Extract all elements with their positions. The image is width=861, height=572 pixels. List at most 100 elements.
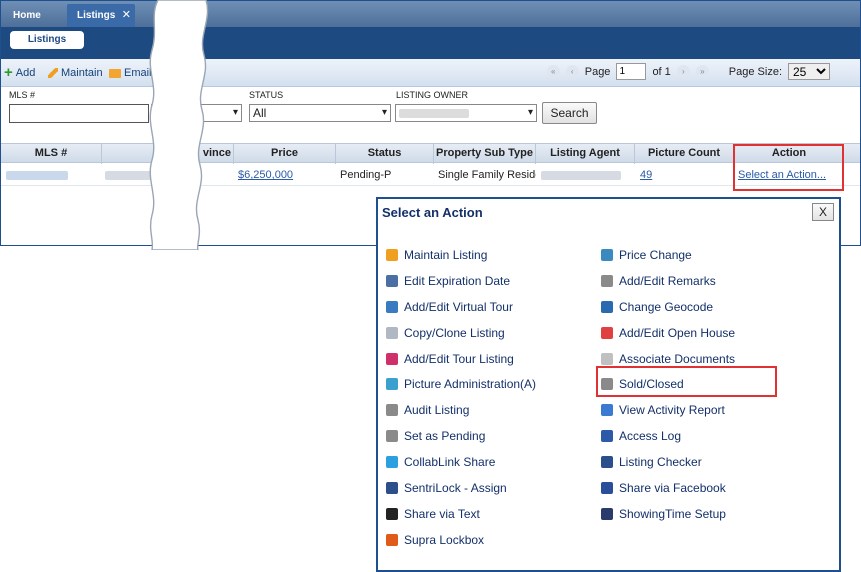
action-item-label: Add/Edit Open House xyxy=(619,325,736,340)
action-item-label: Copy/Clone Listing xyxy=(404,325,505,340)
action-item[interactable]: View Activity Report xyxy=(601,397,735,423)
toolbar: + Add Maintain Email « ‹ Page of 1 › » P… xyxy=(1,59,860,87)
action-item[interactable]: Picture Administration(A) xyxy=(386,371,536,397)
listing-owner-select[interactable]: ▾ xyxy=(395,104,537,122)
tab-close-icon[interactable]: ✕ xyxy=(122,4,131,27)
status-cell: Pending-P xyxy=(340,169,392,181)
pencil-icon xyxy=(48,68,58,78)
action-item[interactable]: Add/Edit Tour Listing xyxy=(386,346,536,372)
top-tab-bar: Home Listings ✕ xyxy=(1,1,860,27)
action-item[interactable]: Sold/Closed xyxy=(601,371,735,397)
action-item-label: Audit Listing xyxy=(404,403,470,418)
tab-home[interactable]: Home xyxy=(3,4,63,27)
action-item-label: Add/Edit Tour Listing xyxy=(404,351,514,366)
chevron-down-icon: ▾ xyxy=(527,107,533,118)
log-icon xyxy=(601,430,613,443)
action-item[interactable]: Audit Listing xyxy=(386,397,536,423)
next-page-button[interactable]: › xyxy=(676,65,690,78)
price-link[interactable]: $6,250,000 xyxy=(234,164,336,186)
action-item[interactable]: Price Change xyxy=(601,242,735,268)
action-item[interactable]: Share via Text xyxy=(386,501,536,527)
province-select[interactable]: ▾ xyxy=(151,104,242,122)
action-item-label: Associate Documents xyxy=(619,351,736,366)
column-header-status[interactable]: Status xyxy=(336,144,434,164)
house-icon xyxy=(601,326,613,339)
action-item[interactable]: ShowingTime Setup xyxy=(601,501,735,527)
column-header-province[interactable]: vince xyxy=(102,144,234,164)
status-filter-label: STATUS xyxy=(249,90,284,100)
action-item[interactable]: Associate Documents xyxy=(601,346,735,372)
phone-icon xyxy=(386,507,398,520)
action-item-label: Listing Checker xyxy=(619,455,702,470)
add-button[interactable]: + Add xyxy=(4,65,35,80)
prev-page-button[interactable]: ‹ xyxy=(565,65,579,78)
action-item[interactable]: Maintain Listing xyxy=(386,242,536,268)
email-button[interactable]: Email xyxy=(109,67,152,79)
first-page-button[interactable]: « xyxy=(546,65,560,78)
column-header-mls[interactable]: MLS # xyxy=(1,144,102,164)
column-header-action: Action xyxy=(771,147,807,159)
table-row[interactable]: $6,250,000 Pending-P Single Family Resid… xyxy=(1,164,860,186)
action-item[interactable]: Copy/Clone Listing xyxy=(386,320,536,346)
action-item[interactable]: SentriLock - Assign xyxy=(386,475,536,501)
status-select[interactable]: All ▾ xyxy=(249,104,391,122)
column-header-agent[interactable]: Listing Agent xyxy=(536,144,635,164)
tour-icon xyxy=(386,352,398,365)
action-item[interactable]: Add/Edit Virtual Tour xyxy=(386,294,536,320)
action-item-label: Edit Expiration Date xyxy=(404,273,511,288)
redacted-agent xyxy=(541,171,621,180)
action-item[interactable]: Add/Edit Open House xyxy=(601,320,735,346)
subtype-cell: Single Family Residence xyxy=(438,169,536,181)
mls-filter-label: MLS # xyxy=(9,90,36,100)
document-icon xyxy=(601,352,613,365)
select-action-dialog: Select an Action X Maintain Listing Edit … xyxy=(376,197,841,572)
action-item-label: Add/Edit Virtual Tour xyxy=(404,299,513,314)
action-item[interactable]: Listing Checker xyxy=(601,449,735,475)
price-icon xyxy=(601,248,613,261)
subtab-listings[interactable]: Listings xyxy=(10,31,84,49)
pager: « ‹ Page of 1 › » Page Size: 25 xyxy=(546,63,830,80)
action-item[interactable]: Edit Expiration Date xyxy=(386,268,536,294)
column-header-price[interactable]: Price xyxy=(234,144,336,164)
action-item[interactable]: Share via Facebook xyxy=(601,475,735,501)
action-item-label: Price Change xyxy=(619,247,692,262)
email-label: Email xyxy=(124,67,152,79)
page-of-label: of 1 xyxy=(652,65,671,78)
column-header-picture-count[interactable]: Picture Count xyxy=(635,144,734,164)
action-item-label: Picture Administration(A) xyxy=(404,377,537,392)
action-item[interactable]: Change Geocode xyxy=(601,294,735,320)
action-item[interactable]: Set as Pending xyxy=(386,423,536,449)
last-page-button[interactable]: » xyxy=(695,65,709,78)
grid-header: MLS # vince Price Status Property Sub Ty… xyxy=(1,143,860,164)
globe-icon xyxy=(601,300,613,313)
action-item[interactable]: Add/Edit Remarks xyxy=(601,268,735,294)
page-number-input[interactable] xyxy=(616,63,647,80)
mls-input[interactable] xyxy=(9,104,149,123)
action-item-label: CollabLink Share xyxy=(404,455,496,470)
sentrilock-icon xyxy=(386,481,398,494)
copy-icon xyxy=(386,326,398,339)
page-size-select[interactable]: 25 xyxy=(788,63,830,80)
maintain-label: Maintain xyxy=(61,67,103,79)
search-button[interactable]: Search xyxy=(542,102,597,124)
action-item[interactable]: CollabLink Share xyxy=(386,449,536,475)
maintain-button[interactable]: Maintain xyxy=(48,67,103,79)
sub-tab-bar: Listings xyxy=(1,27,860,59)
select-action-link[interactable]: Select an Action... xyxy=(734,164,844,186)
page-label: Page xyxy=(584,65,611,78)
filter-row: MLS # ▾ STATUS All ▾ LISTING OWNER ▾ Sea… xyxy=(1,87,860,139)
action-item-label: Set as Pending xyxy=(404,429,486,444)
action-item-label: Access Log xyxy=(619,429,682,444)
tab-listings[interactable]: Listings ✕ xyxy=(67,4,135,27)
dialog-close-button[interactable]: X xyxy=(812,203,834,221)
column-header-subtype[interactable]: Property Sub Type xyxy=(434,144,536,164)
notepad-icon xyxy=(601,274,613,287)
action-item[interactable]: Access Log xyxy=(601,423,735,449)
notepad-icon xyxy=(386,404,398,417)
action-item-label: Supra Lockbox xyxy=(404,532,485,547)
chart-icon xyxy=(601,404,613,417)
redacted-province xyxy=(105,171,200,180)
picture-count-link[interactable]: 49 xyxy=(635,164,734,186)
action-item[interactable]: Supra Lockbox xyxy=(386,527,536,553)
action-item-label: Maintain Listing xyxy=(404,247,488,262)
